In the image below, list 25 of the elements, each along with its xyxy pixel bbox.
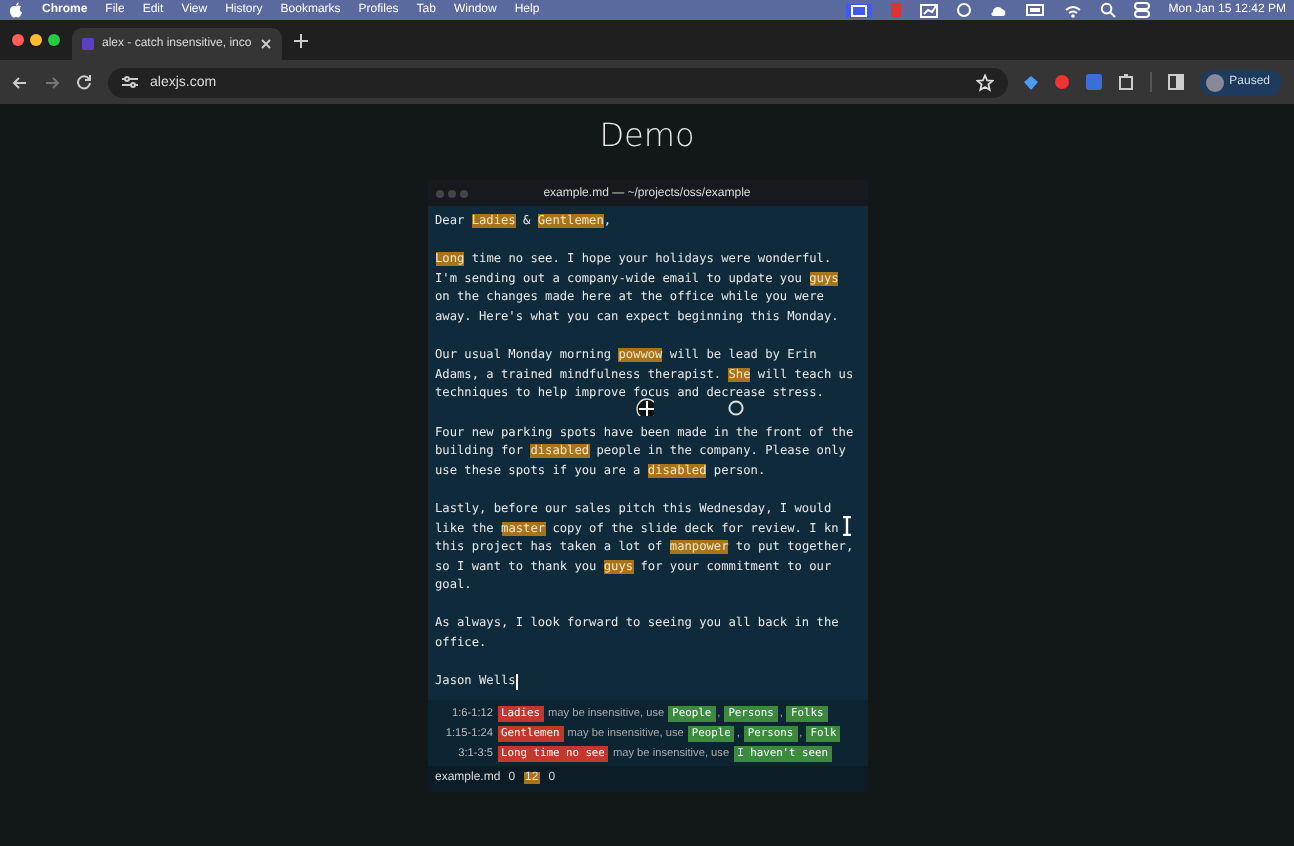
display-icon[interactable]: [846, 3, 873, 17]
page-heading: Demo: [599, 116, 695, 154]
search-icon[interactable]: [1100, 2, 1117, 18]
apple-logo-icon[interactable]: [8, 1, 24, 19]
back-icon[interactable]: [12, 75, 28, 89]
move-cursor-icon: [635, 398, 653, 416]
wifi-icon[interactable]: [1064, 3, 1083, 17]
new-tab-icon[interactable]: [294, 33, 308, 47]
bookmark-star-icon[interactable]: [975, 73, 994, 91]
chart-icon[interactable]: [920, 3, 939, 17]
favicon-icon: [82, 38, 94, 50]
cloud-icon[interactable]: [990, 3, 1009, 17]
close-icon[interactable]: [260, 38, 272, 50]
battery-icon[interactable]: [1026, 4, 1047, 16]
control-center-icon[interactable]: [1134, 2, 1151, 18]
puzzle-icon[interactable]: [1117, 74, 1134, 90]
reload-icon[interactable]: [76, 74, 92, 90]
avatar-icon: [1205, 73, 1224, 91]
circle-cursor-icon: [727, 400, 743, 416]
forward-icon[interactable]: [44, 75, 60, 89]
site-settings-icon[interactable]: [122, 76, 138, 88]
sync-icon[interactable]: [956, 2, 973, 18]
window-controls-icon[interactable]: [12, 34, 60, 46]
side-panel-icon[interactable]: [1167, 74, 1184, 90]
text-cursor-icon: [841, 516, 851, 536]
